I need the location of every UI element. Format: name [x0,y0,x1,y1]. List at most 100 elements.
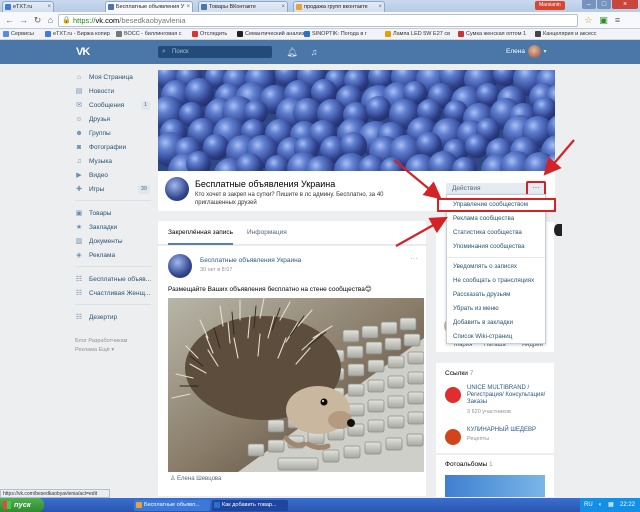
bookmark[interactable]: Лампа LED 5W E27 св [385,30,450,39]
wrench-icon[interactable]: ≡ [612,15,623,26]
music-icon[interactable]: ♫ [308,46,320,58]
close-tab-icon[interactable]: × [47,2,51,12]
menu-item-tell-friends[interactable]: Рассказать друзьям [447,288,545,302]
scroll-handle[interactable] [554,224,562,236]
post-date[interactable]: 30 окт в 8:07 [200,267,232,273]
avatar[interactable] [528,45,541,58]
photos-icon: ◙ [76,144,82,151]
taskbar-item[interactable]: Бесплатные объявл... [134,500,210,511]
blueberry [365,96,391,121]
chevron-down-icon[interactable]: ▾ [541,46,549,58]
bookmark[interactable]: Сервисы [3,30,34,39]
menu-item-ads[interactable]: ◈ Реклама [75,250,152,261]
bookmark[interactable]: eTXT.ru - Биржа копир [45,30,110,39]
close-tab-icon[interactable]: × [186,2,190,12]
maximize-button[interactable]: □ [597,0,611,9]
links-header[interactable]: Ссылки 7 [445,370,473,377]
menu-item-game[interactable]: ☷ Дезертир [75,312,152,323]
post-menu-icon[interactable]: ··· [410,254,418,263]
footer-links[interactable]: Блог Разработчикам [75,338,127,344]
volume-icon[interactable]: ◖ [598,498,602,512]
menu-item-bookmarks[interactable]: ★ Закладки [75,222,152,233]
group-status[interactable]: Кто хочет в закреп на сутки? Пишите в лс… [195,191,415,207]
star-icon[interactable]: ☆ [583,15,594,26]
menu-item-community-ads[interactable]: Реклама сообщества [447,212,545,226]
tab-pinned-post[interactable]: Закреплённая запись [168,221,234,245]
menu-item-no-broadcasts[interactable]: Не сообщать о трансляциях [447,274,545,288]
menu-item-manage-community[interactable]: Управление сообществом [437,198,556,212]
browser-tab[interactable]: eTXT.ru × [2,1,54,12]
music-icon: ♫ [76,158,82,165]
extension-icon[interactable]: ▣ [598,15,609,26]
bookmark[interactable]: Семантический анализ [237,30,304,39]
menu-item-groups[interactable]: ☻ Группы [75,128,152,139]
bookmark[interactable]: Сумка женская оптом 1 [458,30,526,39]
goods-icon: ▣ [75,210,83,217]
taskbar-item-active[interactable]: Как добавить товар... [212,500,288,511]
groups-icon: ☻ [75,130,83,137]
minimize-button[interactable]: – [582,0,596,9]
home-icon[interactable]: ⌂ [45,15,56,26]
browser-tab-active[interactable]: Бесплатные объявления У × [105,1,193,12]
bookmark[interactable]: Канцелярия и аксесс [535,30,597,39]
user-name[interactable]: Елена [506,46,525,58]
search-input[interactable]: ⌕ Поиск [158,46,272,58]
blueberry [451,157,477,171]
bookmark[interactable]: SINOPTIK: Погода в г [304,30,367,39]
system-tray: RU ◖ ▦ 22:22 [580,498,640,512]
back-arrow-icon[interactable]: ← [4,15,15,26]
link-logo [445,387,461,403]
post-photo[interactable] [168,298,424,472]
menu-item-messages[interactable]: ✉ Сообщения 1 [75,100,152,111]
menu-item-community[interactable]: ☷ Счастливая Женщ... [75,288,152,299]
start-button[interactable]: пуск [0,498,44,512]
browser-tab[interactable]: Товары ВКонтакте × [198,1,288,12]
bookmark[interactable]: Отследить [192,30,227,39]
menu-item-friends[interactable]: ☺ Друзья [75,114,152,125]
menu-item-remove-from-menu[interactable]: Убрать из меню [447,302,545,316]
clock[interactable]: 22:22 [620,498,635,512]
menu-item-community[interactable]: ☷ Бесплатные объяв... [75,274,152,285]
reload-icon[interactable]: ↻ [32,15,43,26]
post-author-avatar[interactable] [168,254,192,278]
profile-badge[interactable]: Marsianin [535,1,565,10]
vk-logo[interactable]: VK [76,46,94,58]
browser-icon [214,502,220,508]
bell-icon[interactable]: 🔔︎ [286,46,298,58]
language-indicator[interactable]: RU [584,498,593,512]
menu-item-community-mentions[interactable]: Упоминания сообщества [447,240,545,254]
menu-item-photos[interactable]: ◙ Фотографии [75,142,152,153]
search-icon: ⌕ [162,48,166,55]
bookmark[interactable]: ВОСС - биллинговая с [116,30,181,39]
link-item[interactable]: UNICE MULTIBRAND / Регистрация/ Консульт… [445,385,550,417]
vk-header: VK ⌕ Поиск 🔔︎ ♫ Елена ▾ [0,40,640,64]
close-window-button[interactable]: × [612,0,638,9]
album-cover[interactable] [445,475,545,497]
menu-item-news[interactable]: ▤ Новости [75,86,152,97]
menu-item-add-bookmark[interactable]: Добавить в закладки [447,316,545,330]
menu-item-video[interactable]: ▶ Видео [75,170,152,181]
menu-item-my-page[interactable]: ⌂ Моя Страница [75,72,152,83]
menu-item-notify-posts[interactable]: Уведомлять о записях [447,260,545,274]
photo-albums-header[interactable]: Фотоальбомы 1 [445,461,493,468]
menu-item-goods[interactable]: ▣ Товары [75,208,152,219]
forward-arrow-icon[interactable]: → [18,15,29,26]
footer-links[interactable]: Реклама Ещё ▾ [75,347,114,353]
menu-divider [75,266,151,267]
link-item[interactable]: КУЛИНАРНЫЙ ШЕДЕВР Рецепты [445,427,550,449]
tab-information[interactable]: Информация [247,221,287,245]
bookmark-favicon-icon [458,31,464,37]
menu-item-documents[interactable]: ▥ Документы [75,236,152,247]
close-tab-icon[interactable]: × [281,2,285,12]
browser-tab[interactable]: продажа групп вконтакте × [293,1,385,12]
menu-item-games[interactable]: ✚ Игры 39 [75,184,152,195]
menu-item-music[interactable]: ♫ Музыка [75,156,152,167]
close-tab-icon[interactable]: × [378,2,382,12]
menu-item-wiki-pages[interactable]: Список Wiki-страниц [447,330,545,344]
url-field[interactable]: 🔒 https://vk.com/besedkaobyavlenia [58,14,578,27]
menu-item-community-stats[interactable]: Статистика сообщества [447,226,545,240]
post-author[interactable]: Бесплатные объявления Украина [200,257,301,264]
network-icon[interactable]: ▦ [608,498,614,512]
group-avatar[interactable] [165,177,189,201]
post-signed-by[interactable]: ♙ Елена Шевцова [170,475,221,482]
